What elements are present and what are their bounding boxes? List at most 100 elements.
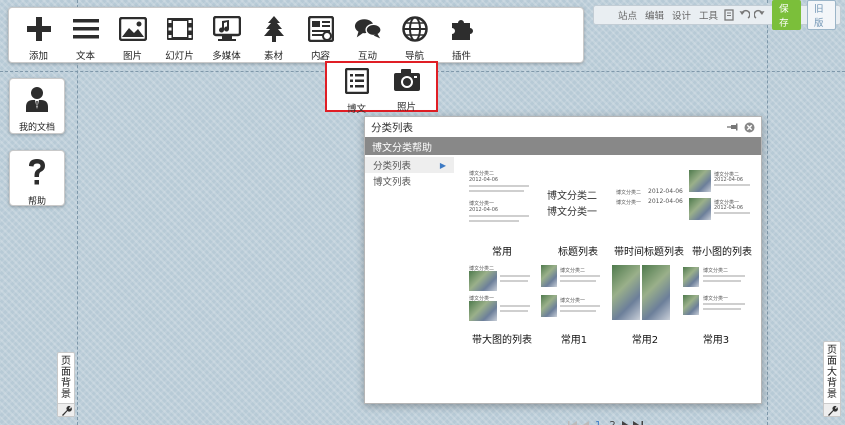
toolbar-material[interactable]: 素材: [250, 8, 297, 62]
thumb-line: [560, 310, 596, 312]
thumb-line: [560, 280, 596, 282]
style-tile-dated-title-list[interactable]: 博文分类二 2012-04-06 博文分类一 2012-04-06 带时间标题列…: [614, 167, 684, 258]
thumb-line: [500, 305, 530, 307]
thumb-line: [560, 305, 600, 307]
prev-page-icon[interactable]: [580, 421, 590, 425]
page-large-background-label: 页面大背景: [827, 345, 837, 400]
design-link[interactable]: 设计: [672, 8, 691, 22]
redo-icon[interactable]: [754, 9, 766, 21]
page-number[interactable]: 2: [609, 420, 615, 425]
guide-line-right: [767, 0, 768, 425]
thumb-image: [469, 271, 497, 291]
thumb-text: 博文分类二: [560, 268, 586, 274]
toolbar-add[interactable]: 添加: [15, 8, 62, 62]
toolbar-slideshow[interactable]: 幻灯片: [156, 8, 203, 62]
plus-icon: [25, 15, 53, 43]
thumb-line: [703, 275, 745, 277]
site-link[interactable]: 站点: [618, 8, 637, 22]
my-documents-button[interactable]: 我的文档: [9, 78, 65, 134]
thumb-text: 博文分类二: [469, 171, 495, 177]
dialog-header: 分类列表: [365, 117, 761, 137]
style-tile-common-2[interactable]: 常用2: [610, 265, 680, 355]
edit-link[interactable]: 编辑: [645, 8, 664, 22]
toolbar-text[interactable]: 文本: [62, 8, 109, 62]
globe-icon: [401, 15, 429, 43]
category-list-dialog: 分类列表 博文分类帮助 分类列表 ▶ 博文列表 博文分类二 2012-04-06: [364, 116, 762, 425]
first-page-icon[interactable]: [568, 421, 578, 425]
last-page-icon[interactable]: [632, 421, 643, 425]
thumb-text: 博文分类二: [616, 190, 642, 196]
toolbar-media[interactable]: 多媒体: [203, 8, 250, 62]
page-background-label: 页面背景: [61, 356, 71, 400]
toolbar-image[interactable]: 图片: [109, 8, 156, 62]
style-tile-title-list[interactable]: 博文分类二 博文分类一 标题列表: [543, 167, 613, 258]
thumb-line: [469, 185, 529, 187]
thumb-line: [469, 220, 519, 222]
thumbnail: 博文分类二 2012-04-06 博文分类一 2012-04-06: [467, 167, 537, 237]
page-background-tab[interactable]: 页面背景: [57, 352, 75, 417]
save-button[interactable]: 保存: [772, 0, 802, 30]
thumb-line: [703, 303, 745, 305]
tile-label: 常用3: [702, 335, 730, 346]
thumb-line: [500, 275, 530, 277]
help-label: 帮助: [27, 197, 46, 207]
thumbnail: [610, 265, 680, 335]
style-tile-large-image-list[interactable]: 博文分类二 博文分类一 带大图的列表: [467, 265, 537, 355]
thumb-text: 博文分类一: [616, 200, 642, 206]
thumb-line: [560, 275, 600, 277]
tools-link[interactable]: 工具: [699, 8, 718, 22]
toolbar-media-label: 多媒体: [212, 51, 241, 62]
old-version-button[interactable]: 旧版: [807, 0, 836, 30]
dialog-body: 分类列表 ▶ 博文列表 博文分类二 2012-04-06 博文分类一 2012-…: [365, 155, 761, 425]
thumb-text: 博文分类一: [560, 298, 586, 304]
subtoolbar-blog[interactable]: 博文: [332, 63, 382, 115]
style-tile-common-3[interactable]: 博文分类二 博文分类一 常用3: [681, 265, 751, 355]
thumbnail: 博文分类二 2012-04-06 博文分类一 2012-04-06: [614, 167, 684, 237]
thumb-image: [541, 295, 557, 317]
thumb-image: [689, 198, 711, 220]
user-icon: [24, 85, 50, 116]
toolbar-slideshow-label: 幻灯片: [165, 51, 194, 62]
style-tile-small-image-list[interactable]: 博文分类二 2012-04-06 博文分类一 2012-04-06 带小图的列表: [687, 167, 757, 258]
wrench-icon: [58, 403, 74, 416]
tile-label: 标题列表: [558, 247, 598, 258]
wrench-icon: [824, 403, 840, 416]
pagination: 1 2: [567, 420, 644, 425]
subtoolbar-blog-label: 博文: [346, 104, 366, 115]
thumbnail: 博文分类二 博文分类一: [467, 265, 537, 335]
next-page-icon[interactable]: [621, 421, 631, 425]
puzzle-icon: [448, 15, 476, 43]
page-icon[interactable]: [724, 9, 734, 21]
undo-icon[interactable]: [738, 9, 751, 21]
toolbar-content[interactable]: 内容: [297, 8, 344, 62]
style-tile-common-1[interactable]: 博文分类二 博文分类一 常用1: [539, 265, 609, 355]
thumb-line: [469, 215, 529, 217]
thumb-line: [500, 280, 528, 282]
menu-item-blog-list[interactable]: 博文列表: [365, 173, 454, 189]
thumbnail: 博文分类二 博文分类一: [539, 265, 609, 335]
media-icon: [212, 15, 241, 43]
style-tile-common[interactable]: 博文分类二 2012-04-06 博文分类一 2012-04-06 常用: [467, 167, 537, 258]
toolbar-interact[interactable]: 互动: [344, 8, 391, 62]
close-icon[interactable]: [743, 121, 755, 133]
category-help-bar[interactable]: 博文分类帮助: [365, 137, 761, 155]
arrow-right-icon: ▶: [439, 160, 446, 170]
menu-item-category-list[interactable]: 分类列表 ▶: [365, 157, 454, 173]
thumb-line: [703, 280, 741, 282]
subtoolbar-photo[interactable]: 照片: [382, 63, 432, 113]
thumb-line: [714, 212, 750, 214]
toolbar-navigation[interactable]: 导航: [391, 8, 438, 62]
thumb-text: 博文分类一: [547, 207, 597, 218]
dialog-menu: 分类列表 ▶ 博文列表: [365, 157, 454, 189]
tile-label: 带大图的列表: [472, 335, 532, 346]
pin-icon[interactable]: [727, 121, 739, 133]
toolbar-image-label: 图片: [122, 51, 142, 62]
chat-bubbles-icon: [354, 15, 382, 43]
help-button[interactable]: 帮助: [9, 150, 65, 207]
page-large-background-tab[interactable]: 页面大背景: [823, 341, 841, 417]
menu-item-label: 博文列表: [373, 177, 412, 188]
page-number[interactable]: 1: [595, 420, 601, 425]
toolbar-plugin[interactable]: 插件: [438, 8, 485, 62]
camera-icon: [393, 68, 421, 95]
main-toolbar: 添加 文本 图片 幻灯片 多媒体 素材 内容: [8, 7, 584, 63]
